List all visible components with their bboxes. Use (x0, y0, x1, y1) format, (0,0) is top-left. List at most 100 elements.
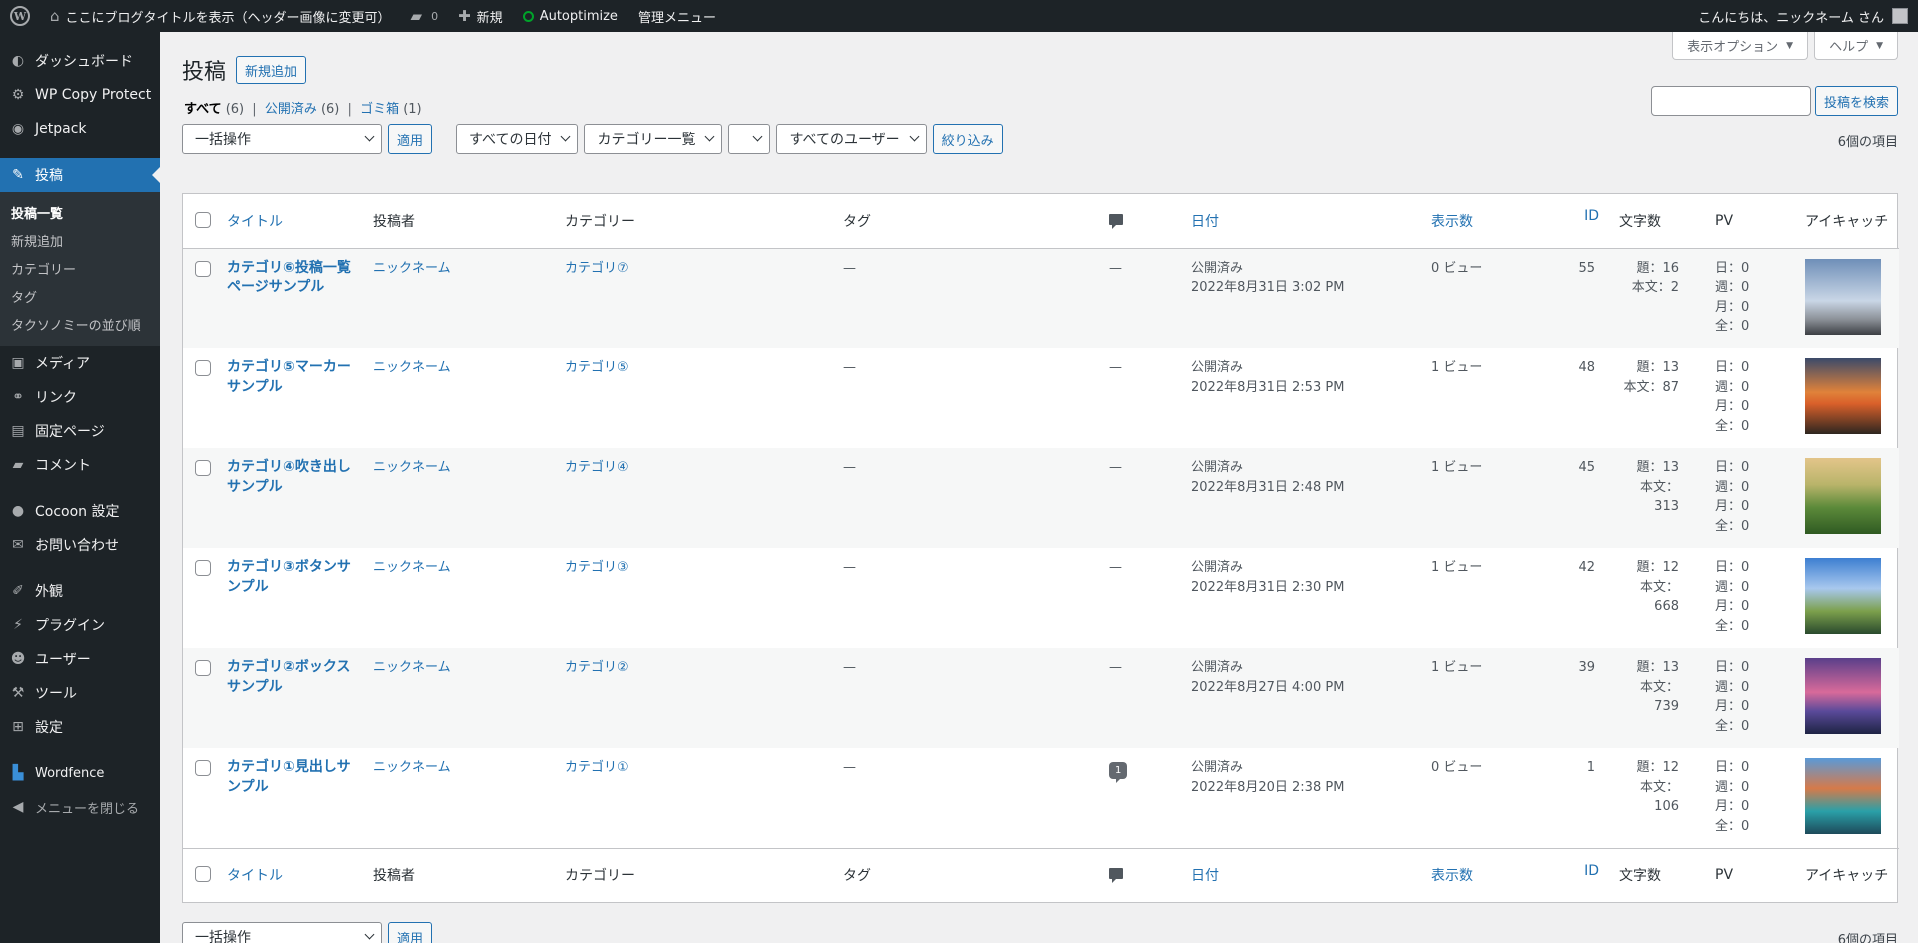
select-all-checkbox[interactable] (195, 866, 211, 883)
site-name-link[interactable]: ⌂ ここにブログタイトルを表示（ヘッダー画像に変更可） (40, 0, 401, 32)
search-posts-button[interactable]: 投稿を検索 (1814, 86, 1898, 116)
menu-dashboard[interactable]: ◐ ダッシュボード (0, 44, 160, 78)
menu-plugins[interactable]: ⚡ プラグイン (0, 608, 160, 642)
post-title-link[interactable]: カテゴリ①見出しサンプル (227, 758, 353, 797)
post-title-link[interactable]: カテゴリ④吹き出しサンプル (227, 458, 353, 497)
menu-cocoon-settings[interactable]: ● Cocoon 設定 (0, 494, 160, 528)
category-filter-select[interactable]: カテゴリー一覧 (584, 124, 723, 154)
category-link[interactable]: カテゴリ① (565, 760, 629, 775)
post-title-link[interactable]: カテゴリ⑥投稿一覧ページサンプル (227, 259, 353, 298)
category-link[interactable]: カテゴリ④ (565, 460, 629, 475)
author-link[interactable]: ニックネーム (373, 660, 451, 675)
view-all-link[interactable]: すべて (184, 102, 222, 117)
eyecatch-thumbnail[interactable] (1805, 458, 1881, 534)
add-new-button[interactable]: 新規追加 (236, 56, 307, 84)
extra-filter-select[interactable] (728, 124, 771, 154)
submenu-tags[interactable]: タグ (0, 282, 160, 310)
menu-wordfence[interactable]: ▙ Wordfence (0, 756, 160, 790)
bulk-action-select[interactable]: 一括操作 (182, 124, 382, 154)
author-link[interactable]: ニックネーム (373, 560, 451, 575)
bulk-action-select[interactable]: 一括操作 (182, 922, 382, 943)
view-published-link[interactable]: 公開済み (265, 102, 317, 117)
post-title-link[interactable]: カテゴリ⑤マーカーサンプル (227, 358, 353, 397)
menu-comments[interactable]: ▰ コメント (0, 448, 160, 482)
row-checkbox[interactable] (195, 460, 211, 476)
menu-settings[interactable]: ⊞ 設定 (0, 710, 160, 744)
row-checkbox[interactable] (195, 360, 211, 376)
column-comments[interactable] (1099, 847, 1181, 902)
category-link[interactable]: カテゴリ⑦ (565, 261, 629, 276)
row-checkbox[interactable] (195, 560, 211, 576)
column-date[interactable]: 日付 (1181, 194, 1421, 249)
menu-posts[interactable]: ✎ 投稿 (0, 158, 160, 192)
eyecatch-thumbnail[interactable] (1805, 558, 1881, 634)
row-checkbox[interactable] (195, 760, 211, 776)
eyecatch-thumbnail[interactable] (1805, 258, 1881, 335)
author-link[interactable]: ニックネーム (373, 460, 451, 475)
menu-wp-copy-protect[interactable]: ⚙ WP Copy Protect (0, 78, 160, 112)
menu-links[interactable]: ⚭ リンク (0, 380, 160, 414)
comments-link[interactable]: ▰ 0 (401, 0, 449, 32)
my-account-menu[interactable]: こんにちは、ニックネーム さん (1688, 0, 1918, 32)
date-filter-select[interactable]: すべての日付 (456, 124, 579, 154)
select-all-checkbox[interactable] (195, 211, 211, 228)
submenu-add-new[interactable]: 新規追加 (0, 226, 160, 254)
eyecatch-thumbnail[interactable] (1805, 758, 1881, 834)
row-checkbox[interactable] (195, 260, 211, 277)
column-date[interactable]: 日付 (1181, 847, 1421, 902)
column-id[interactable]: ID (1557, 194, 1609, 249)
menu-pages[interactable]: ▤ 固定ページ (0, 414, 160, 448)
post-title-link[interactable]: カテゴリ③ボタンサンプル (227, 558, 353, 597)
wp-logo-menu[interactable]: W (0, 0, 40, 32)
column-id[interactable]: ID (1557, 847, 1609, 902)
eyecatch-thumbnail[interactable] (1805, 358, 1881, 434)
apply-button[interactable]: 適用 (388, 922, 433, 943)
menu-jetpack[interactable]: ◉ Jetpack (0, 112, 160, 146)
column-id-label[interactable]: ID (1584, 863, 1599, 879)
new-content-menu[interactable]: ✚ 新規 (448, 0, 513, 32)
column-title-label[interactable]: タイトル (227, 214, 283, 230)
submenu-all-posts[interactable]: 投稿一覧 (0, 198, 160, 226)
menu-media[interactable]: ▣ メディア (0, 346, 160, 380)
filter-button[interactable]: 絞り込み (932, 124, 1003, 154)
user-filter-select[interactable]: すべてのユーザー (776, 124, 927, 154)
column-date-label[interactable]: 日付 (1191, 214, 1219, 230)
help-button[interactable]: ヘルプ ▼ (1814, 32, 1898, 60)
category-link[interactable]: カテゴリ⑤ (565, 360, 629, 375)
eyecatch-thumbnail[interactable] (1805, 658, 1881, 734)
column-views[interactable]: 表示数 (1421, 194, 1557, 249)
row-checkbox[interactable] (195, 660, 211, 676)
column-views[interactable]: 表示数 (1421, 847, 1557, 902)
post-title-link[interactable]: カテゴリ②ボックスサンプル (227, 658, 353, 697)
column-title-label[interactable]: タイトル (227, 868, 283, 884)
menu-appearance[interactable]: ✐ 外観 (0, 574, 160, 608)
bulk-action-value: 一括操作 (195, 132, 251, 148)
screen-options-button[interactable]: 表示オプション ▼ (1672, 32, 1809, 60)
autoptimize-menu[interactable]: Autoptimize (513, 0, 628, 32)
admin-menu-link[interactable]: 管理メニュー (628, 0, 726, 32)
column-comments[interactable] (1099, 194, 1181, 249)
author-link[interactable]: ニックネーム (373, 261, 451, 276)
column-title[interactable]: タイトル (217, 194, 363, 249)
column-views-label[interactable]: 表示数 (1431, 868, 1473, 884)
column-id-label[interactable]: ID (1584, 208, 1599, 224)
comment-count-badge[interactable]: 1 (1109, 762, 1128, 783)
column-title[interactable]: タイトル (217, 847, 363, 902)
category-link[interactable]: カテゴリ② (565, 660, 629, 675)
menu-users[interactable]: ☻ ユーザー (0, 642, 160, 676)
category-link[interactable]: カテゴリ③ (565, 560, 629, 575)
column-views-label[interactable]: 表示数 (1431, 214, 1473, 230)
title-cell: カテゴリ⑥投稿一覧ページサンプル (217, 248, 363, 348)
search-input[interactable] (1650, 86, 1811, 116)
column-date-label[interactable]: 日付 (1191, 868, 1219, 884)
view-trash-link[interactable]: ゴミ箱 (360, 102, 399, 117)
submenu-taxonomy-order[interactable]: タクソノミーの並び順 (0, 310, 160, 338)
pv-day: 日：0 (1715, 460, 1750, 475)
menu-tools[interactable]: ⚒ ツール (0, 676, 160, 710)
menu-contact[interactable]: ✉ お問い合わせ (0, 528, 160, 562)
author-link[interactable]: ニックネーム (373, 360, 451, 375)
submenu-categories[interactable]: カテゴリー (0, 254, 160, 282)
author-link[interactable]: ニックネーム (373, 760, 451, 775)
collapse-menu-button[interactable]: ◀ メニューを閉じる (0, 790, 160, 824)
apply-button[interactable]: 適用 (388, 124, 433, 154)
